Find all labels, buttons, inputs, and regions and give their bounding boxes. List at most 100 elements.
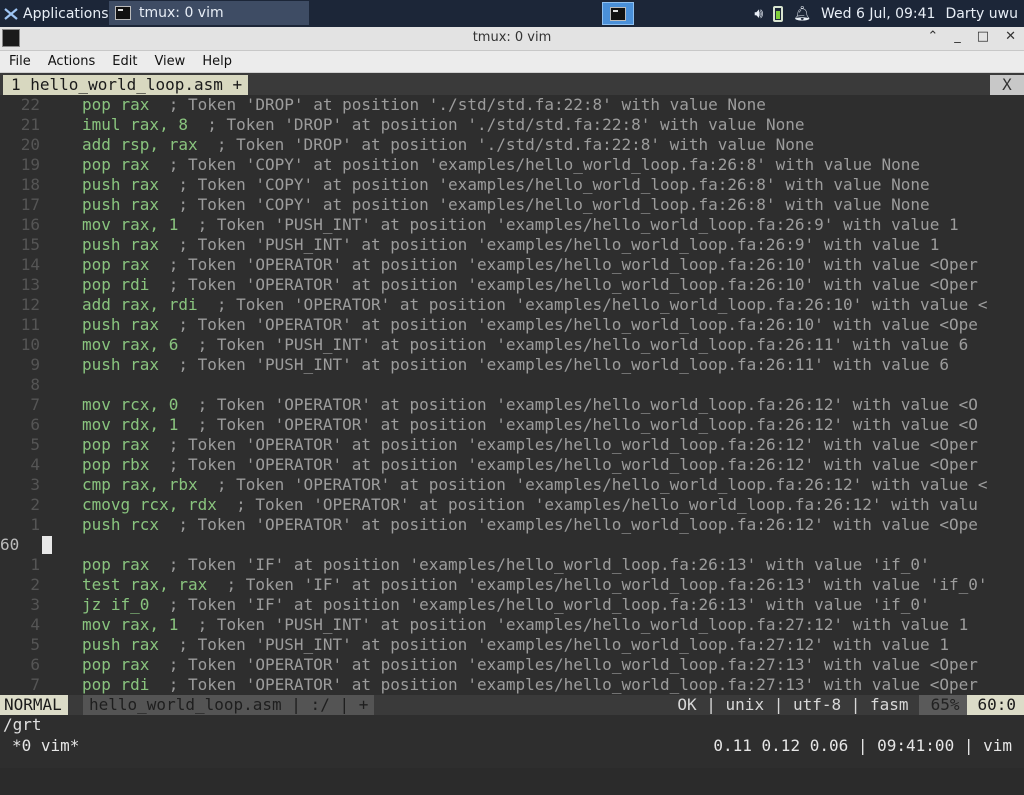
taskbar-item-tmux[interactable]: tmux: 0 vim [109, 1, 309, 25]
code-line[interactable]: 4 pop rbx ; Token 'OPERATOR' at position … [0, 455, 1024, 475]
line-number: 5 [30, 635, 40, 654]
instruction: pop rdi [82, 275, 150, 294]
code-line[interactable]: 15 push rax ; Token 'PUSH_INT' at positio… [0, 235, 1024, 255]
comment: ; Token 'IF' at position 'examples/hello… [149, 595, 930, 614]
workspace-switcher[interactable] [602, 2, 634, 25]
instruction: imul rax, 8 [82, 115, 188, 134]
vim-statusline: NORMAL hello_world_loop.asm | :/ | + OK … [0, 695, 1024, 715]
line-number: 7 [30, 395, 40, 414]
menu-file[interactable]: File [0, 54, 39, 69]
status-filename: hello_world_loop.asm | :/ | + [83, 695, 375, 715]
menu-actions[interactable]: Actions [39, 54, 104, 69]
text-cursor [42, 536, 52, 554]
line-number: 1 [30, 515, 40, 534]
comment: ; Token 'PUSH_INT' at position 'examples… [159, 635, 949, 654]
vim-mode: NORMAL [0, 695, 68, 715]
code-line[interactable]: 11 push rax ; Token 'OPERATOR' at positio… [0, 315, 1024, 335]
line-number: 22 [20, 95, 40, 114]
line-number: 4 [30, 455, 40, 474]
code-line[interactable]: 7 mov rcx, 0 ; Token 'OPERATOR' at positi… [0, 395, 1024, 415]
tmux-window-label[interactable]: *0 vim* [12, 736, 79, 756]
line-number: 11 [20, 315, 40, 334]
code-line[interactable]: 16 mov rax, 1 ; Token 'PUSH_INT' at posit… [0, 215, 1024, 235]
battery-icon[interactable] [773, 5, 784, 22]
code-line[interactable]: 19 pop rax ; Token 'COPY' at position 'ex… [0, 155, 1024, 175]
code-line[interactable]: 3 jz if_0 ; Token 'IF' at position 'examp… [0, 595, 1024, 615]
instruction: mov rcx, 0 [82, 395, 179, 414]
window-titlebar[interactable]: tmux: 0 vim ⌃ _ □ ✕ [0, 27, 1024, 51]
comment: ; Token 'OPERATOR' at position 'examples… [159, 315, 978, 334]
code-line[interactable]: 17 push rax ; Token 'COPY' at position 'e… [0, 195, 1024, 215]
comment: ; Token 'OPERATOR' at position 'examples… [178, 395, 978, 414]
line-number: 21 [20, 115, 40, 134]
terminal-area[interactable]: 1 hello_world_loop.asm + X 22 pop rax ; T… [0, 73, 1024, 768]
instruction: jz if_0 [82, 595, 150, 614]
comment: ; Token 'IF' at position 'examples/hello… [149, 555, 930, 574]
instruction: pop rax [82, 555, 150, 574]
comment: ; Token 'PUSH_INT' at position 'examples… [159, 235, 940, 254]
clock[interactable]: Wed 6 Jul, 09:41 [821, 6, 935, 22]
instruction: cmp rax, rbx [82, 475, 198, 494]
instruction: mov rdx, 1 [82, 415, 179, 434]
terminal-icon [610, 6, 626, 21]
code-line[interactable]: 13 pop rdi ; Token 'OPERATOR' at position… [0, 275, 1024, 295]
code-line[interactable]: 5 pop rax ; Token 'OPERATOR' at position … [0, 435, 1024, 455]
code-line[interactable]: 2 test rax, rax ; Token 'IF' at position … [0, 575, 1024, 595]
status-cursor-position: 60:0 [967, 695, 1024, 715]
comment: ; Token 'IF' at position 'examples/hello… [207, 575, 988, 594]
comment: ; Token 'OPERATOR' at position 'examples… [149, 655, 978, 674]
code-line[interactable]: 18 push rax ; Token 'COPY' at position 'e… [0, 175, 1024, 195]
instruction: push rax [82, 195, 160, 214]
code-line[interactable]: 22 pop rax ; Token 'DROP' at position './… [0, 95, 1024, 115]
instruction: pop rax [82, 95, 150, 114]
code-line[interactable]: 1 push rcx ; Token 'OPERATOR' at position… [0, 515, 1024, 535]
vim-tab[interactable]: 1 hello_world_loop.asm + [3, 75, 249, 95]
code-line[interactable]: 9 push rax ; Token 'PUSH_INT' at position… [0, 355, 1024, 375]
code-line[interactable]: 4 mov rax, 1 ; Token 'PUSH_INT' at positi… [0, 615, 1024, 635]
menu-help[interactable]: Help [193, 54, 240, 69]
instruction: mov rax, 1 [82, 215, 179, 234]
code-line[interactable]: 2 cmovg rcx, rdx ; Token 'OPERATOR' at po… [0, 495, 1024, 515]
volume-icon[interactable]: 🔊︎ [754, 6, 763, 22]
comment: ; Token 'DROP' at position './std/std.fa… [197, 135, 815, 154]
xfce-mouse-icon [4, 7, 18, 20]
applications-menu[interactable]: Applications [0, 0, 109, 27]
instruction: push rax [82, 235, 160, 254]
code-line[interactable]: 12 add rax, rdi ; Token 'OPERATOR' at pos… [0, 295, 1024, 315]
line-number: 4 [30, 615, 40, 634]
menu-view[interactable]: View [145, 54, 193, 69]
comment: ; Token 'OPERATOR' at position 'examples… [159, 515, 978, 534]
notification-bell-icon[interactable]: 🔔︎ [793, 6, 811, 22]
code-line[interactable]: 7 pop rdi ; Token 'OPERATOR' at position … [0, 675, 1024, 695]
current-line[interactable]: 60 [0, 535, 1024, 555]
comment: ; Token 'OPERATOR' at position 'examples… [149, 275, 978, 294]
code-line[interactable]: 20 add rsp, rax ; Token 'DROP' at positio… [0, 135, 1024, 155]
line-number: 2 [30, 495, 40, 514]
desktop-panel: Applications tmux: 0 vim 🔊︎ 🔔︎ Wed 6 Jul… [0, 0, 1024, 27]
code-line[interactable]: 3 cmp rax, rbx ; Token 'OPERATOR' at posi… [0, 475, 1024, 495]
code-line[interactable]: 6 mov rdx, 1 ; Token 'OPERATOR' at positi… [0, 415, 1024, 435]
code-line[interactable]: 6 pop rax ; Token 'OPERATOR' at position … [0, 655, 1024, 675]
menu-edit[interactable]: Edit [103, 54, 145, 69]
applications-label: Applications [23, 5, 109, 22]
line-number: 10 [20, 335, 40, 354]
code-line[interactable]: 8 [0, 375, 1024, 395]
code-line[interactable]: 10 mov rax, 6 ; Token 'PUSH_INT' at posit… [0, 335, 1024, 355]
instruction: add rsp, rax [82, 135, 198, 154]
code-line[interactable]: 21 imul rax, 8 ; Token 'DROP' at position… [0, 115, 1024, 135]
vim-command-line[interactable]: /grt [0, 715, 1024, 735]
line-number: 20 [20, 135, 40, 154]
comment: ; Token 'PUSH_INT' at position 'examples… [178, 615, 969, 634]
code-line[interactable]: 1 pop rax ; Token 'IF' at position 'examp… [0, 555, 1024, 575]
close-icon[interactable]: ✕ [1005, 29, 1016, 44]
editor-buffer[interactable]: 22 pop rax ; Token 'DROP' at position './… [0, 95, 1024, 695]
vim-tab-close-button[interactable]: X [990, 75, 1024, 95]
maximize-icon[interactable]: □ [977, 29, 989, 44]
minimize-icon[interactable]: _ [954, 29, 961, 44]
shade-icon[interactable]: ⌃ [927, 29, 938, 44]
code-line[interactable]: 5 push rax ; Token 'PUSH_INT' at position… [0, 635, 1024, 655]
user-menu[interactable]: Darty uwu [945, 6, 1018, 22]
instruction: test rax, rax [82, 575, 208, 594]
code-line[interactable]: 14 pop rax ; Token 'OPERATOR' at position… [0, 255, 1024, 275]
instruction: push rax [82, 315, 160, 334]
